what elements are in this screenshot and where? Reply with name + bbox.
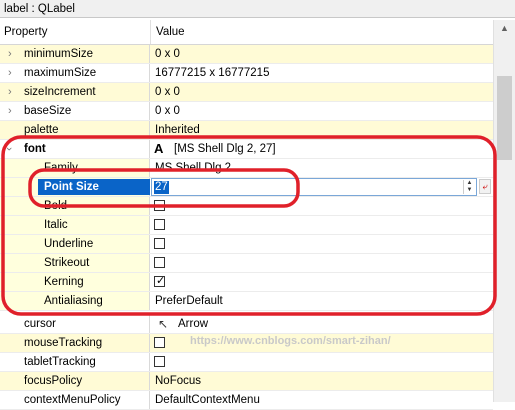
expand-arrow-icon[interactable]: › <box>8 45 12 63</box>
property-name: cursor <box>24 318 56 330</box>
row-contextMenuPolicy[interactable]: contextMenuPolicy DefaultContextMenu <box>0 391 493 410</box>
property-table-header: Property Value <box>0 20 493 45</box>
header-separator[interactable] <box>150 20 151 44</box>
property-value: PreferDefault <box>155 295 223 307</box>
window-title-bar: label : QLabel <box>0 0 515 18</box>
property-name: maximumSize <box>24 67 97 79</box>
row-font[interactable]: › font A [MS Shell Dlg 2, 27] <box>0 140 493 159</box>
reset-property-button[interactable]: ⤶ <box>479 179 491 194</box>
row-font-kerning[interactable]: Kerning ✓ <box>0 273 493 292</box>
property-name: Italic <box>44 219 68 231</box>
row-font-bold[interactable]: Bold <box>0 197 493 216</box>
italic-checkbox[interactable] <box>154 219 165 230</box>
vertical-scrollbar[interactable]: ▲ <box>493 20 515 402</box>
property-name: baseSize <box>24 105 72 117</box>
property-name: contextMenuPolicy <box>24 394 121 406</box>
bold-checkbox[interactable] <box>154 200 165 211</box>
property-name: sizeIncrement <box>24 86 96 98</box>
row-font-underline[interactable]: Underline <box>0 235 493 254</box>
property-name: Bold <box>44 200 68 212</box>
property-value: [MS Shell Dlg 2, 27] <box>174 143 276 155</box>
row-focusPolicy[interactable]: focusPolicy NoFocus <box>0 372 493 391</box>
font-A-icon: A <box>154 141 164 156</box>
spin-arrows-icon[interactable]: ▲ ▼ <box>463 180 475 194</box>
arrow-cursor-icon: ↖ <box>158 317 169 331</box>
property-value: NoFocus <box>155 375 202 387</box>
tabletTracking-checkbox[interactable] <box>154 356 165 367</box>
property-value: DefaultContextMenu <box>155 394 260 406</box>
scrollbar-thumb[interactable] <box>497 76 512 160</box>
header-property[interactable]: Property <box>4 20 47 44</box>
property-name: Kerning <box>44 276 84 288</box>
property-name: Antialiasing <box>44 295 103 307</box>
strikeout-checkbox[interactable] <box>154 257 165 268</box>
property-name: palette <box>24 124 59 136</box>
row-baseSize[interactable]: › baseSize 0 x 0 <box>0 102 493 121</box>
expand-arrow-icon[interactable]: › <box>8 102 12 120</box>
row-font-family[interactable]: Family MS Shell Dlg 2 <box>0 159 493 178</box>
mouseTracking-checkbox[interactable] <box>154 337 165 348</box>
property-name-selected[interactable]: Point Size <box>38 179 150 195</box>
property-rows: › minimumSize 0 x 0 › maximumSize 16777215… <box>0 45 493 410</box>
collapse-arrow-icon[interactable]: › <box>0 147 18 151</box>
watermark-text: https://www.cnblogs.com/smart-zihan/ <box>190 335 391 347</box>
scroll-up-arrow-icon[interactable]: ▲ <box>494 20 515 37</box>
row-font-point-size[interactable]: Point Size 27 ▲ ▼ ⤶ <box>0 178 493 197</box>
header-value[interactable]: Value <box>156 20 185 44</box>
checkmark-icon: ✓ <box>156 275 166 287</box>
property-name: focusPolicy <box>24 375 83 387</box>
row-font-strikeout[interactable]: Strikeout <box>0 254 493 273</box>
property-name: font <box>24 143 46 155</box>
property-name: tabletTracking <box>24 356 96 368</box>
property-value: Arrow <box>178 318 209 330</box>
expand-arrow-icon[interactable]: › <box>8 64 12 82</box>
row-cursor[interactable]: cursor ↖ Arrow <box>0 315 493 334</box>
row-minimumSize[interactable]: › minimumSize 0 x 0 <box>0 45 493 64</box>
property-name: Family <box>44 162 78 174</box>
property-name: minimumSize <box>24 48 94 60</box>
property-value: 0 x 0 <box>155 105 180 117</box>
row-sizeIncrement[interactable]: › sizeIncrement 0 x 0 <box>0 83 493 102</box>
property-value: Inherited <box>155 124 200 136</box>
property-name: Strikeout <box>44 257 90 269</box>
row-tabletTracking[interactable]: tabletTracking <box>0 353 493 372</box>
expand-arrow-icon[interactable]: › <box>8 83 12 101</box>
property-value: 16777215 x 16777215 <box>155 67 270 79</box>
window-title: label : QLabel <box>4 3 75 15</box>
kerning-checkbox[interactable]: ✓ <box>154 275 166 287</box>
row-font-italic[interactable]: Italic <box>0 216 493 235</box>
property-name: mouseTracking <box>24 337 103 349</box>
row-palette[interactable]: palette Inherited <box>0 121 493 140</box>
point-size-value[interactable]: 27 <box>154 181 169 194</box>
point-size-spinbox[interactable]: 27 ▲ ▼ <box>151 178 477 196</box>
underline-checkbox[interactable] <box>154 238 165 249</box>
property-value: 0 x 0 <box>155 48 180 60</box>
property-name: Underline <box>44 238 94 250</box>
row-font-antialiasing[interactable]: Antialiasing PreferDefault <box>0 292 493 311</box>
property-value: 0 x 0 <box>155 86 180 98</box>
property-value: MS Shell Dlg 2 <box>155 162 232 174</box>
row-maximumSize[interactable]: › maximumSize 16777215 x 16777215 <box>0 64 493 83</box>
